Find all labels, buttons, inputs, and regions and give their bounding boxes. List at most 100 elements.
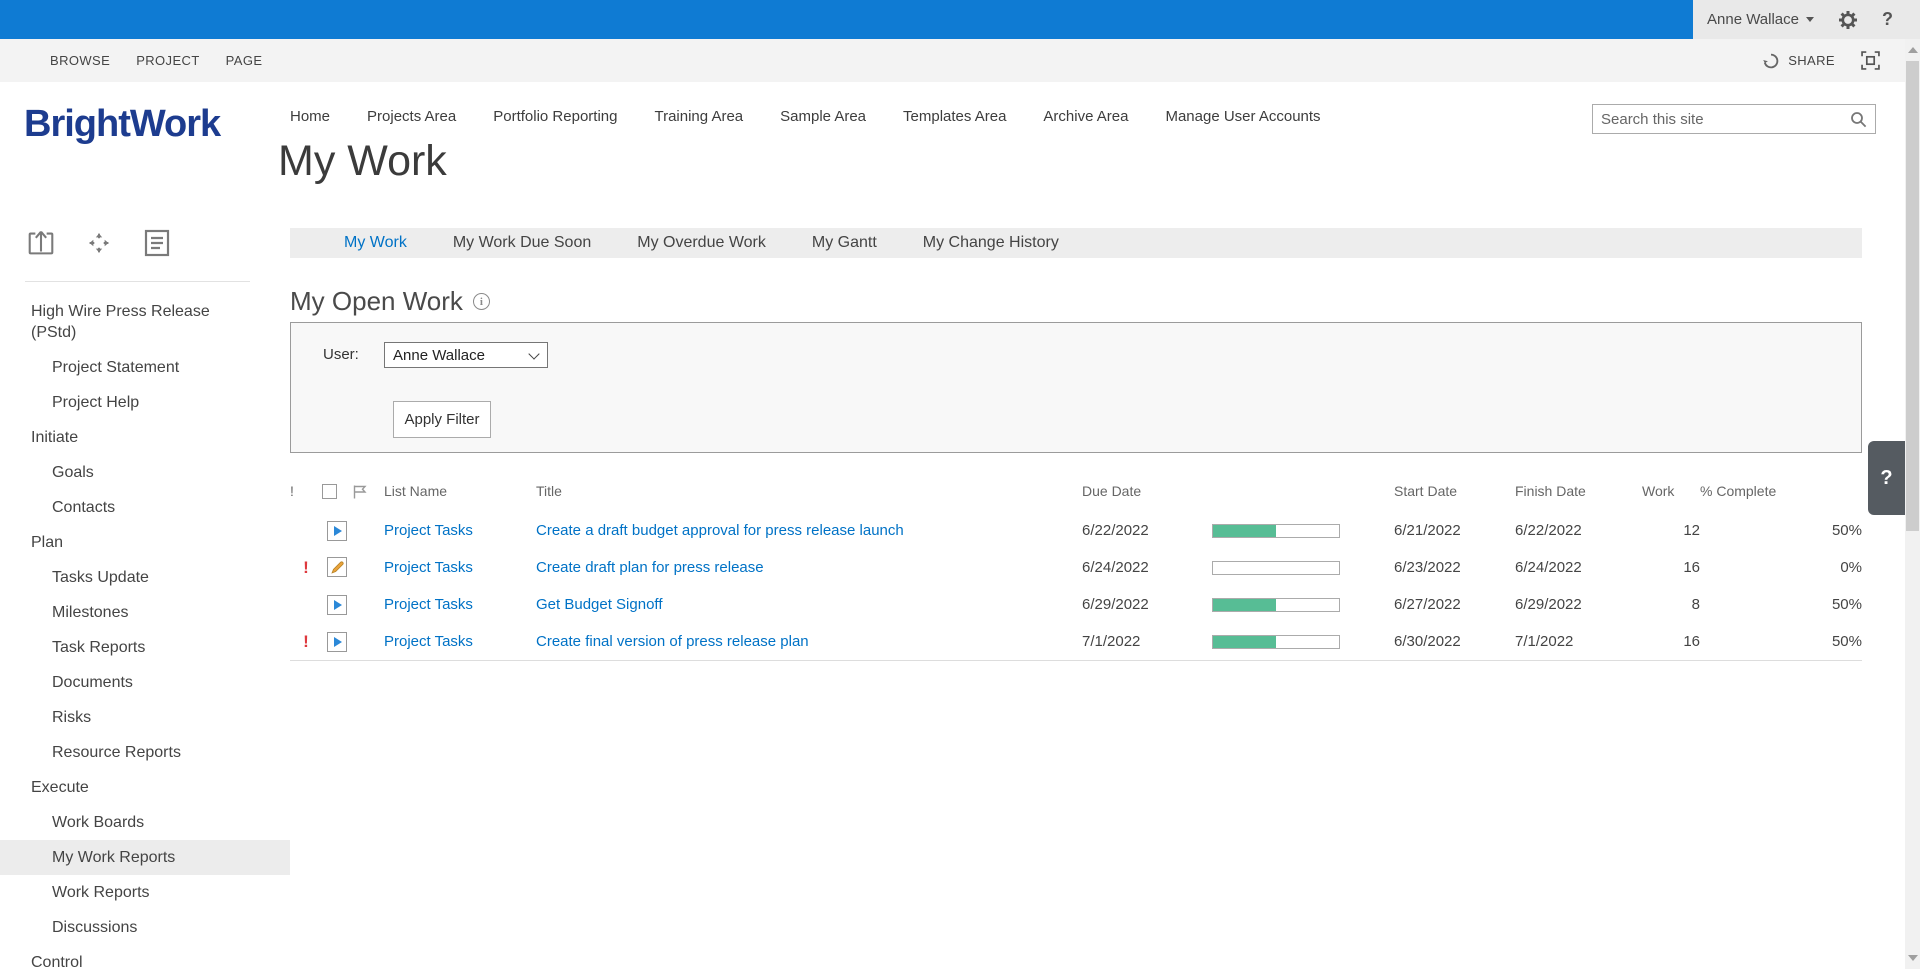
brightwork-logo[interactable]: BrightWork [24, 103, 221, 146]
task-in-progress-icon[interactable] [327, 520, 347, 541]
report-list-icon[interactable] [140, 226, 174, 260]
task-edit-pencil-icon[interactable] [327, 557, 347, 578]
sidebar-item-discussions[interactable]: Discussions [0, 910, 290, 945]
sidebar-item-resource-reports[interactable]: Resource Reports [0, 735, 290, 770]
topnav-item-templates-area[interactable]: Templates Area [903, 108, 1006, 125]
topnav-item-sample-area[interactable]: Sample Area [780, 108, 866, 125]
topnav-item-portfolio-reporting[interactable]: Portfolio Reporting [493, 108, 617, 125]
help-question-icon[interactable]: ? [1882, 9, 1893, 30]
item-icon-cell [322, 512, 352, 549]
work-cell: 16 [1683, 559, 1700, 576]
urgent-indicator: ! [303, 557, 309, 577]
suite-bar [0, 0, 1693, 39]
progress-cell [1204, 512, 1394, 549]
help-flyout-tab[interactable]: ? [1868, 441, 1905, 515]
chevron-down-icon [1806, 17, 1814, 22]
start-date-header[interactable]: Start Date [1394, 470, 1515, 512]
scroll-up-arrow-icon[interactable] [1908, 47, 1918, 53]
title-header[interactable]: Title [536, 470, 1082, 512]
urgent-column-header: ! [290, 483, 294, 499]
list-name-cell: Project Tasks [384, 549, 536, 586]
list-name-link[interactable]: Project Tasks [384, 559, 473, 576]
apply-filter-button[interactable]: Apply Filter [393, 401, 491, 438]
sidebar-item-goals[interactable]: Goals [0, 455, 290, 490]
finish-date-header[interactable]: Finish Date [1515, 470, 1642, 512]
move-arrows-icon[interactable] [82, 226, 116, 260]
topnav-item-home[interactable]: Home [290, 108, 330, 125]
progress-bar [1212, 523, 1340, 538]
user-filter-select[interactable]: Anne Wallace [384, 342, 548, 368]
sidebar-item-project-statement[interactable]: Project Statement [0, 350, 290, 385]
info-icon[interactable]: i [472, 293, 490, 310]
sidebar-item-task-reports[interactable]: Task Reports [0, 630, 290, 665]
vertical-scrollbar[interactable] [1905, 39, 1920, 969]
ribbon-tab-browse[interactable]: BROWSE [50, 53, 110, 68]
finish-date-cell: 6/29/2022 [1515, 596, 1582, 613]
pct-complete-header[interactable]: % Complete [1700, 470, 1862, 512]
sidebar-item-tasks-update[interactable]: Tasks Update [0, 560, 290, 595]
user-menu[interactable]: Anne Wallace [1707, 11, 1814, 28]
list-name-link[interactable]: Project Tasks [384, 633, 473, 650]
sidebar-item-high-wire-press-release-pstd[interactable]: High Wire Press Release (PStd) [0, 294, 290, 350]
ribbon-tab-project[interactable]: PROJECT [136, 53, 199, 68]
scroll-down-arrow-icon[interactable] [1908, 955, 1918, 961]
checkbox-icon[interactable] [322, 484, 337, 500]
view-tab-my-work-due-soon[interactable]: My Work Due Soon [430, 234, 614, 252]
ribbon-tab-page[interactable]: PAGE [226, 53, 263, 68]
view-tab-my-work[interactable]: My Work [321, 234, 430, 252]
sidebar-item-documents[interactable]: Documents [0, 665, 290, 700]
sidebar-item-project-help[interactable]: Project Help [0, 385, 290, 420]
sidebar-quick-icons [24, 226, 174, 260]
sidebar-item-risks[interactable]: Risks [0, 700, 290, 735]
table-header-row: ! List Name Title Due Date Start Date Fi… [290, 470, 1862, 512]
due-date-cell: 6/22/2022 [1082, 522, 1149, 539]
search-input[interactable] [1593, 110, 1850, 128]
task-title-link[interactable]: Get Budget Signoff [536, 596, 662, 613]
task-title-link[interactable]: Create final version of press release pl… [536, 633, 809, 650]
task-in-progress-icon[interactable] [327, 594, 347, 615]
settings-gear-icon[interactable] [1838, 10, 1858, 30]
task-in-progress-icon[interactable] [327, 631, 347, 652]
view-tab-my-overdue-work[interactable]: My Overdue Work [614, 234, 789, 252]
progress-bar-fill [1213, 524, 1276, 537]
topnav-item-training-area[interactable]: Training Area [654, 108, 743, 125]
list-name-link[interactable]: Project Tasks [384, 522, 473, 539]
sidebar-item-my-work-reports[interactable]: My Work Reports [0, 840, 290, 875]
sidebar-item-milestones[interactable]: Milestones [0, 595, 290, 630]
progress-bar-fill [1213, 635, 1276, 648]
flag-cell [352, 549, 384, 586]
scrollbar-thumb[interactable] [1906, 61, 1919, 531]
sidebar-item-initiate[interactable]: Initiate [0, 420, 290, 455]
promote-upload-icon[interactable] [24, 226, 58, 260]
sidebar-item-control[interactable]: Control [0, 945, 290, 969]
sidebar-item-execute[interactable]: Execute [0, 770, 290, 805]
due-date-header[interactable]: Due Date [1082, 470, 1204, 512]
task-title-link[interactable]: Create a draft budget approval for press… [536, 522, 904, 539]
sidebar-item-work-reports[interactable]: Work Reports [0, 875, 290, 910]
focus-mode-icon[interactable] [1861, 51, 1880, 70]
work-header[interactable]: Work [1642, 470, 1700, 512]
topnav-item-archive-area[interactable]: Archive Area [1043, 108, 1128, 125]
title-cell: Get Budget Signoff [536, 586, 1082, 623]
sidebar-item-plan[interactable]: Plan [0, 525, 290, 560]
section-title: My Open Work [290, 286, 463, 316]
start-date-cell: 6/21/2022 [1394, 522, 1461, 539]
list-name-cell: Project Tasks [384, 623, 536, 661]
title-cell: Create draft plan for press release [536, 549, 1082, 586]
sidebar-item-work-boards[interactable]: Work Boards [0, 805, 290, 840]
task-title-link[interactable]: Create draft plan for press release [536, 559, 764, 576]
share-button[interactable]: SHARE [1762, 52, 1835, 70]
topnav-item-projects-area[interactable]: Projects Area [367, 108, 456, 125]
sidebar-item-contacts[interactable]: Contacts [0, 490, 290, 525]
list-name-link[interactable]: Project Tasks [384, 596, 473, 613]
search-icon[interactable] [1850, 111, 1867, 128]
view-tab-my-gantt[interactable]: My Gantt [789, 234, 900, 252]
view-tab-my-change-history[interactable]: My Change History [900, 234, 1082, 252]
topnav-item-manage-user-accounts[interactable]: Manage User Accounts [1165, 108, 1320, 125]
list-name-header[interactable]: List Name [384, 470, 536, 512]
list-name-cell: Project Tasks [384, 512, 536, 549]
share-sync-icon [1762, 52, 1780, 70]
item-icon-cell [322, 549, 352, 586]
urgent-cell: ! [290, 623, 322, 661]
pct-complete-cell: 0% [1840, 559, 1862, 576]
